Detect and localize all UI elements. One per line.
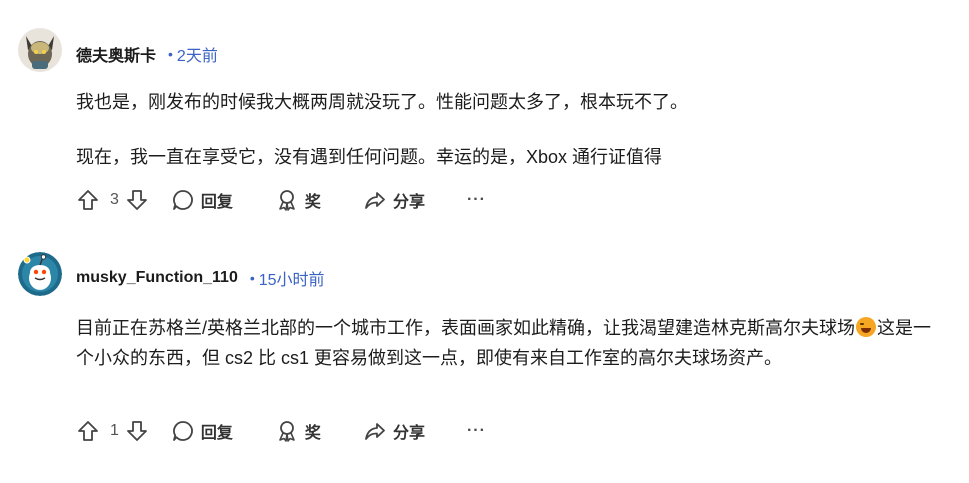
comment-header: 德夫奥斯卡 • 2天前 (76, 42, 218, 66)
share-label: 分享 (392, 425, 425, 442)
comment-paragraph: 现在，我一直在享受它，没有遇到任何问题。幸运的是，Xbox 通行证值得 (76, 147, 663, 167)
avatar[interactable] (18, 252, 62, 296)
award-icon (279, 421, 295, 442)
username[interactable]: musky_Function_110 (76, 269, 238, 287)
reply-button[interactable]: 回复 (171, 419, 233, 443)
award-label: 奖 (304, 194, 321, 211)
share-icon (365, 192, 385, 209)
comment-actions: 1 回复 奖 分享 ··· (76, 417, 486, 445)
separator-dot: • (168, 46, 173, 62)
comment-body: 目前正在苏格兰/英格兰北部的一个城市工作，表面画家如此精确，让我渴望建造林克斯高… (76, 313, 931, 373)
comment-text: 目前正在苏格兰/英格兰北部的一个城市工作，表面画家如此精确，让我渴望建造林克斯高… (76, 318, 855, 338)
award-button[interactable]: 奖 (275, 419, 321, 443)
upvote-icon (78, 190, 98, 210)
award-label: 奖 (304, 425, 321, 442)
more-icon[interactable]: ··· (467, 422, 486, 440)
upvote-button[interactable] (76, 419, 100, 443)
downvote-icon (127, 190, 147, 210)
separator-dot: • (249, 270, 255, 286)
comment-body: 我也是，刚发布的时候我大概两周就没玩了。性能问题太多了，根本玩不了。 现在，我一… (76, 87, 946, 172)
downvote-button[interactable] (125, 188, 149, 212)
award-button[interactable]: 奖 (275, 188, 321, 212)
reply-button[interactable]: 回复 (171, 188, 233, 212)
vote-count: 3 (110, 191, 119, 208)
comment-paragraph: 我也是，刚发布的时候我大概两周就没玩了。性能问题太多了，根本玩不了。 (76, 92, 688, 112)
timestamp[interactable]: 15小时前 (259, 266, 325, 290)
comment-icon (173, 190, 193, 210)
more-icon[interactable]: ··· (467, 191, 486, 209)
share-icon (365, 423, 385, 440)
downvote-button[interactable] (125, 419, 149, 443)
comment-header: musky_Function_110 • 15小时前 (76, 266, 325, 290)
upvote-icon (78, 421, 98, 441)
timestamp[interactable]: 2天前 (177, 42, 218, 66)
upvote-button[interactable] (76, 188, 100, 212)
share-button[interactable]: 分享 (363, 188, 425, 212)
vote-count: 1 (110, 422, 119, 439)
award-icon (279, 190, 295, 211)
reply-label: 回复 (200, 425, 233, 442)
comment-actions: 3 回复 奖 分享 ··· (76, 186, 486, 214)
username[interactable]: 德夫奥斯卡 (76, 42, 156, 66)
reply-label: 回复 (200, 194, 233, 211)
downvote-icon (127, 421, 147, 441)
comment-paragraph: 目前正在苏格兰/英格兰北部的一个城市工作，表面画家如此精确，让我渴望建造林克斯高… (76, 313, 931, 373)
share-label: 分享 (392, 194, 425, 211)
laughing-emoji (856, 317, 876, 337)
share-button[interactable]: 分享 (363, 419, 425, 443)
comment-icon (173, 421, 193, 441)
avatar[interactable] (18, 28, 62, 72)
